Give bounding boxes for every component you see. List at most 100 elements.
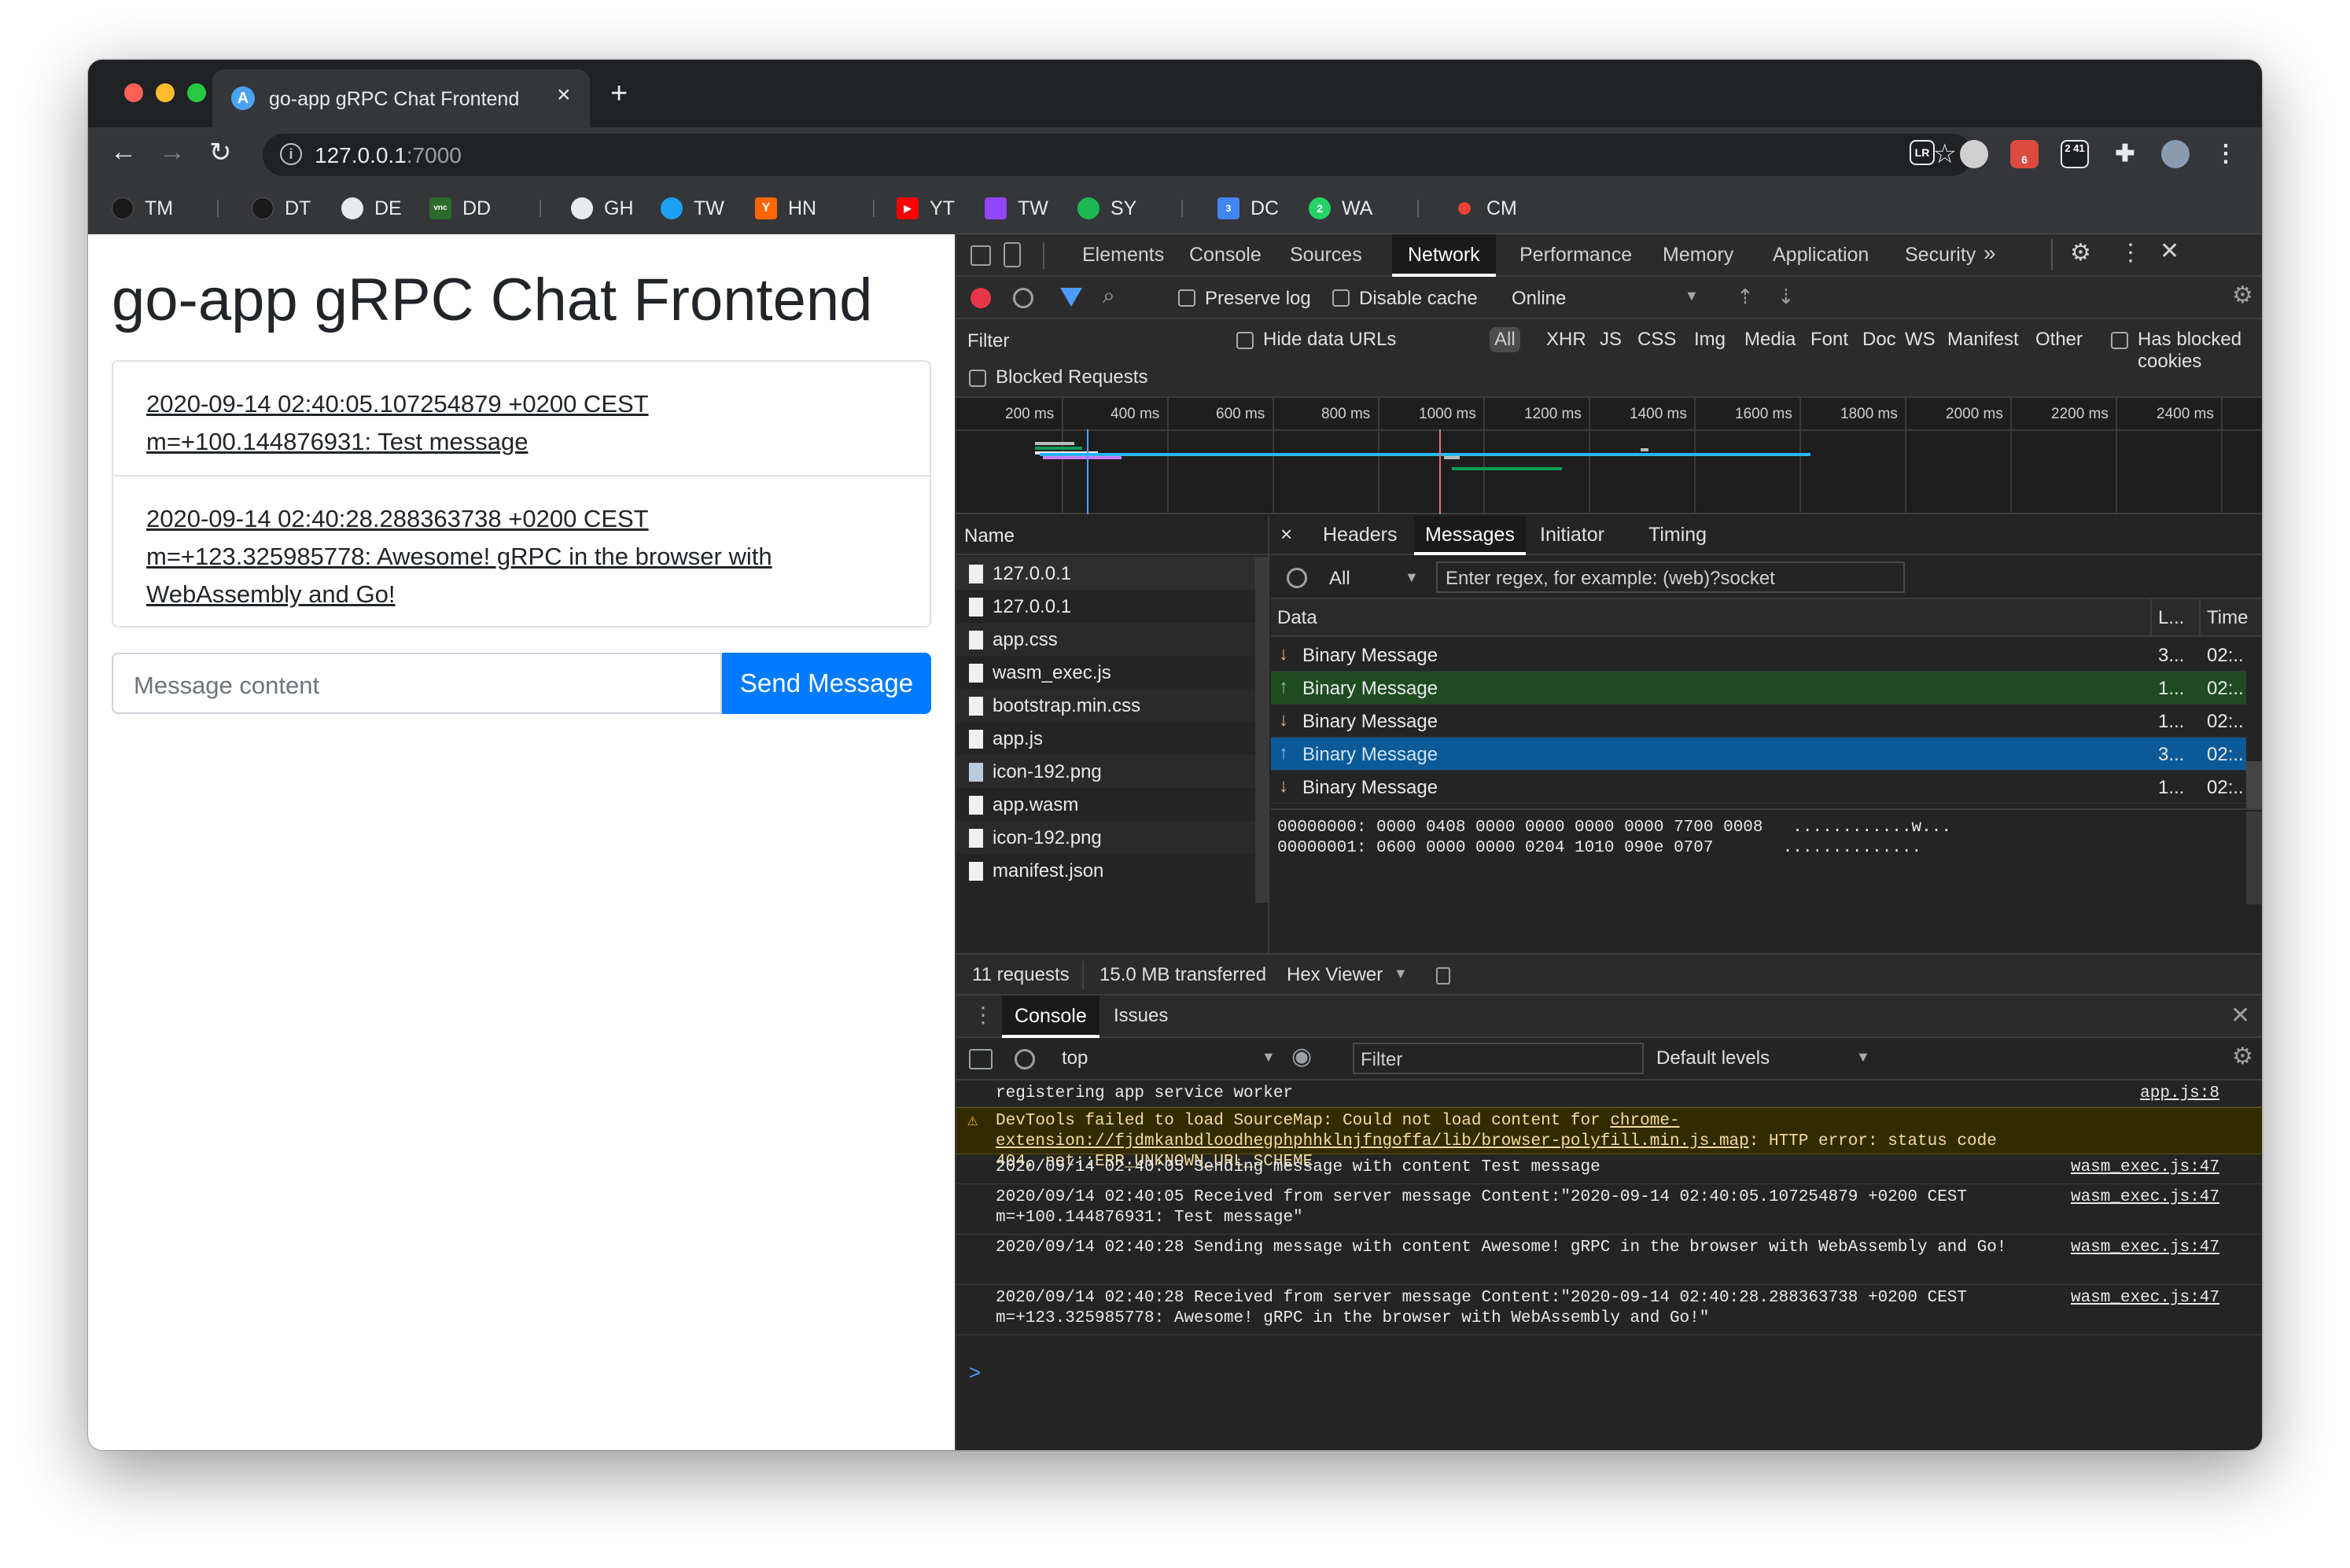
tab-headers[interactable]: Headers [1323, 524, 1398, 547]
scrollbar[interactable] [2246, 812, 2262, 904]
bookmark-twitch[interactable]: TW [985, 195, 1048, 222]
console-filter-input[interactable]: Filter [1353, 1043, 1644, 1074]
tab-timing[interactable]: Timing [1648, 524, 1707, 547]
copy-icon[interactable] [1436, 967, 1450, 985]
hex-viewer-select[interactable]: Hex Viewer [1287, 964, 1383, 986]
bookmark-cm[interactable]: CM [1453, 195, 1517, 222]
scrollbar[interactable] [1255, 557, 1268, 903]
maximize-window-button[interactable] [187, 83, 206, 102]
context-select[interactable]: top [1062, 1047, 1088, 1069]
sidebar-toggle-icon[interactable] [969, 1049, 993, 1069]
reload-icon[interactable]: ↻ [209, 137, 232, 168]
bookmark-wa[interactable]: 2 WA [1309, 195, 1372, 222]
lr-extension-icon[interactable]: LR [1910, 140, 1935, 165]
new-tab-button[interactable]: + [610, 77, 628, 111]
todoist-extension-icon[interactable]: 6 [2010, 140, 2039, 168]
more-tabs-icon[interactable]: » [1984, 241, 1996, 266]
length-column-header[interactable]: L... [2158, 607, 2184, 629]
message-type-select[interactable]: All [1329, 568, 1350, 590]
console-source-link[interactable]: wasm_exec.js:47 [2071, 1187, 2219, 1208]
time-column-header[interactable]: Time [2207, 607, 2248, 629]
address-bar[interactable]: i 127.0.0.1:7000 ☆ [263, 134, 1972, 176]
chevron-down-icon[interactable]: ▼ [1856, 1049, 1870, 1066]
record-icon[interactable] [971, 288, 991, 308]
tab-memory[interactable]: Memory [1663, 244, 1733, 267]
message-link[interactable]: 2020-09-14 02:40:05.107254879 +0200 CEST… [146, 385, 854, 461]
throttling-select[interactable]: Online [1512, 288, 1566, 310]
settings-gear-icon[interactable]: ⚙ [2070, 239, 2091, 267]
filter-type-css[interactable]: CSS [1637, 329, 1676, 351]
bookmark-gh[interactable]: GH [571, 195, 634, 222]
clear-console-icon[interactable] [1015, 1049, 1035, 1069]
drawer-tab-console[interactable]: Console [1002, 996, 1099, 1038]
network-settings-gear-icon[interactable]: ⚙ [2232, 282, 2253, 309]
menu-kebab-icon[interactable]: ⋮ [2212, 140, 2240, 168]
list-item[interactable]: 127.0.0.1 [956, 590, 1255, 623]
message-input[interactable]: Message content [112, 653, 722, 714]
tab-elements[interactable]: Elements [1082, 244, 1164, 267]
avatar[interactable] [2161, 140, 2190, 168]
tab-console[interactable]: Console [1189, 244, 1262, 267]
console-source-link[interactable]: wasm_exec.js:47 [2071, 1238, 2219, 1258]
forward-icon[interactable]: → [159, 137, 186, 167]
export-har-icon[interactable]: ⇣ [1777, 285, 1795, 309]
filter-type-img[interactable]: Img [1694, 329, 1726, 351]
filter-type-other[interactable]: Other [2035, 329, 2083, 351]
blocked-requests-checkbox[interactable] [969, 370, 986, 392]
console-source-link[interactable]: wasm_exec.js:47 [2071, 1158, 2219, 1178]
tab-messages[interactable]: Messages [1414, 516, 1526, 555]
eye-icon[interactable]: ◉ [1291, 1043, 1312, 1070]
extensions-puzzle-icon[interactable]: ✚ [2111, 140, 2139, 168]
tab-network[interactable]: Network [1392, 234, 1496, 277]
bookmark-dd[interactable]: vnc DD [429, 195, 491, 222]
tab-security[interactable]: Security [1905, 244, 1976, 267]
drawer-tab-issues[interactable]: Issues [1114, 1005, 1168, 1027]
filter-type-all[interactable]: All [1490, 327, 1520, 352]
bookmark-star-icon[interactable]: ☆ [1933, 138, 1957, 170]
table-row[interactable]: ↑ Binary Message 3... 02:.. [1271, 738, 2246, 771]
scrollbar[interactable] [2246, 761, 2262, 810]
device-toolbar-icon[interactable] [1004, 242, 1021, 267]
chevron-down-icon[interactable]: ▼ [1685, 288, 1699, 304]
message-link[interactable]: 2020-09-14 02:40:28.288363738 +0200 CEST… [146, 500, 854, 613]
list-item[interactable]: icon-192.png [956, 755, 1255, 788]
log-levels-select[interactable]: Default levels [1656, 1047, 1770, 1069]
bookmark-tw[interactable]: TW [661, 195, 724, 222]
filter-type-media[interactable]: Media [1744, 329, 1796, 351]
filter-funnel-icon[interactable] [1060, 288, 1082, 307]
drawer-menu-icon[interactable]: ⋮ [972, 1002, 994, 1028]
filter-type-doc[interactable]: Doc [1862, 329, 1896, 351]
table-row[interactable]: ↓ Binary Message 1... 02:.. [1271, 771, 2246, 804]
counter-extension-icon[interactable]: 2 41 [2061, 140, 2089, 168]
console-prompt[interactable]: > [969, 1360, 981, 1385]
import-har-icon[interactable]: ⇡ [1737, 285, 1754, 309]
minimize-window-button[interactable] [156, 83, 175, 102]
filter-type-font[interactable]: Font [1810, 329, 1848, 351]
filter-input[interactable]: Filter [967, 330, 1009, 352]
chevron-down-icon[interactable]: ▼ [1405, 569, 1419, 586]
bookmark-yt[interactable]: ▶ YT [897, 195, 955, 222]
devtools-menu-icon[interactable]: ⋮ [2119, 239, 2142, 267]
table-row[interactable]: ↓ Binary Message 1... 02:.. [1271, 705, 2246, 738]
disable-cache-checkbox[interactable] [1332, 289, 1350, 311]
bookmark-hn[interactable]: Y HN [755, 195, 816, 222]
clear-messages-icon[interactable] [1287, 568, 1307, 588]
table-row[interactable]: ↑ Binary Message 1... 02:.. [1271, 672, 2246, 705]
data-column-header[interactable]: Data [1277, 607, 1317, 629]
bookmark-de[interactable]: DE [341, 195, 402, 222]
filter-type-xhr[interactable]: XHR [1546, 329, 1586, 351]
list-item[interactable]: app.wasm [956, 788, 1255, 821]
chevron-down-icon[interactable]: ▼ [1262, 1049, 1276, 1066]
filter-type-js[interactable]: JS [1600, 329, 1622, 351]
extension-icon[interactable] [1960, 140, 1988, 168]
bookmark-dc[interactable]: 3 DC [1217, 195, 1279, 222]
tab-initiator[interactable]: Initiator [1540, 524, 1604, 547]
tab-close-icon[interactable]: × [557, 82, 571, 109]
close-window-button[interactable] [124, 83, 143, 102]
send-message-button[interactable]: Send Message [722, 653, 931, 714]
table-row[interactable]: ↓ Binary Message 3... 02:.. [1271, 639, 2246, 672]
list-item[interactable]: wasm_exec.js [956, 656, 1255, 689]
console-source-link[interactable]: wasm_exec.js:47 [2071, 1288, 2219, 1309]
preserve-log-checkbox[interactable] [1178, 289, 1195, 311]
filter-type-ws[interactable]: WS [1905, 329, 1936, 351]
